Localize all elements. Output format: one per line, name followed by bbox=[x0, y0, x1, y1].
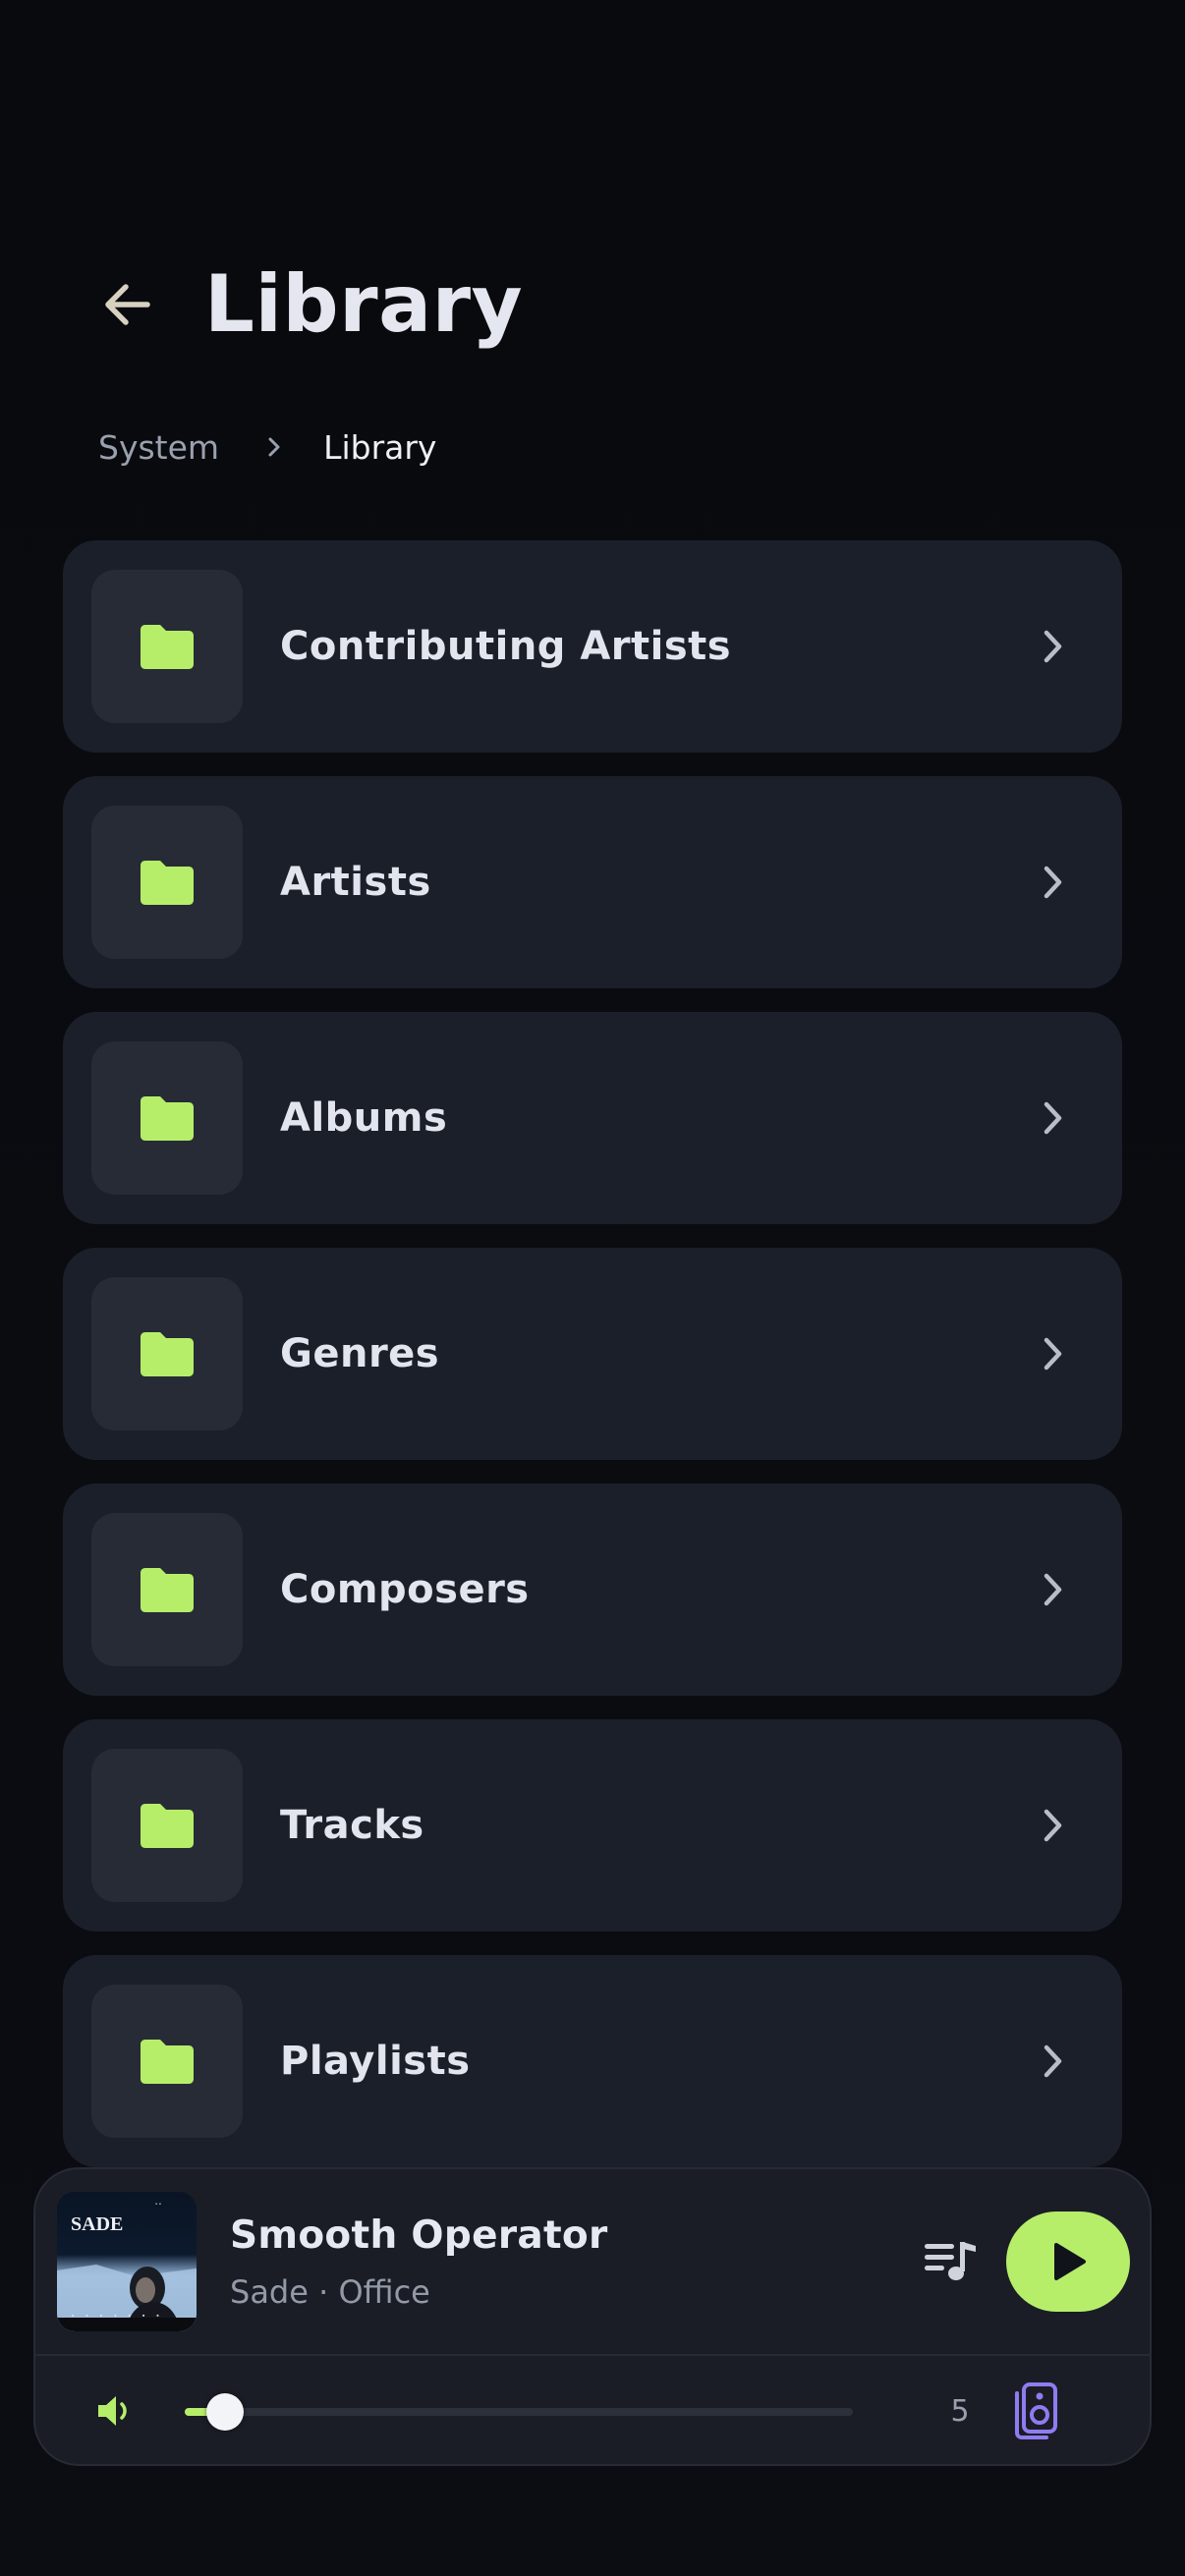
player-top-row: ▪ ▪ ▪ ▪ ▪ ▪ ▪ ▪ ▪ SADE Smooth Operator S… bbox=[35, 2169, 1150, 2354]
player-bottom-row: 5 bbox=[35, 2356, 1150, 2464]
chevron-right-icon bbox=[1044, 866, 1062, 899]
folder-label: Albums bbox=[280, 1095, 448, 1141]
chevron-container bbox=[1034, 1570, 1073, 1609]
header: Library bbox=[98, 251, 523, 359]
folder-icon bbox=[141, 2040, 194, 2084]
folder-icon bbox=[141, 1332, 194, 1376]
chevron-container bbox=[1034, 2042, 1073, 2081]
volume-button[interactable] bbox=[92, 2389, 136, 2433]
folder-list: Contributing Artists Artists Albums Genres C… bbox=[63, 540, 1122, 2191]
chevron-right-icon bbox=[268, 437, 280, 457]
chevron-right-icon bbox=[1044, 2044, 1062, 2078]
app-screen: Library System Library Contributing Arti… bbox=[0, 0, 1185, 2576]
page-title: Library bbox=[204, 258, 524, 350]
chevron-container bbox=[1034, 1334, 1073, 1373]
chevron-container bbox=[1034, 1098, 1073, 1138]
chevron-right-icon bbox=[1044, 630, 1062, 663]
back-button[interactable] bbox=[98, 270, 167, 339]
folder-icon-box bbox=[91, 1513, 243, 1666]
volume-slider-thumb[interactable] bbox=[206, 2393, 244, 2431]
folder-icon bbox=[141, 861, 194, 905]
folder-label: Composers bbox=[280, 1567, 530, 1612]
folder-icon-box bbox=[91, 806, 243, 959]
track-subtitle: Sade · Office bbox=[230, 2272, 430, 2311]
chevron-right-icon bbox=[1044, 1573, 1062, 1606]
chevron-right-icon bbox=[1044, 1809, 1062, 1842]
chevron-container bbox=[1034, 863, 1073, 902]
folder-icon-box bbox=[91, 1985, 243, 2138]
folder-icon bbox=[141, 625, 194, 669]
folder-item-contributing-artists[interactable]: Contributing Artists bbox=[63, 540, 1122, 753]
svg-text:▪ ▪ ▪ ▪ ▪ ▪ ▪: ▪ ▪ ▪ ▪ ▪ ▪ ▪ bbox=[71, 2313, 163, 2321]
folder-item-genres[interactable]: Genres bbox=[63, 1248, 1122, 1460]
chevron-right-icon bbox=[1044, 1337, 1062, 1371]
breadcrumb-separator bbox=[266, 436, 282, 458]
folder-item-artists[interactable]: Artists bbox=[63, 776, 1122, 988]
svg-text:▪ ▪: ▪ ▪ bbox=[155, 2202, 161, 2208]
now-playing-bar: ▪ ▪ ▪ ▪ ▪ ▪ ▪ ▪ ▪ SADE Smooth Operator S… bbox=[33, 2167, 1152, 2466]
breadcrumb-item-library: Library bbox=[323, 427, 437, 467]
folder-label: Genres bbox=[280, 1331, 440, 1376]
volume-value: 5 bbox=[950, 2393, 970, 2429]
folder-icon-box bbox=[91, 570, 243, 723]
folder-item-tracks[interactable]: Tracks bbox=[63, 1719, 1122, 1932]
breadcrumb-item-system[interactable]: System bbox=[98, 428, 219, 467]
volume-icon bbox=[98, 2396, 127, 2426]
queue-button[interactable] bbox=[916, 2227, 985, 2296]
chevron-right-icon bbox=[1044, 1101, 1062, 1135]
speaker-icon bbox=[1015, 2382, 1057, 2439]
folder-item-composers[interactable]: Composers bbox=[63, 1484, 1122, 1696]
speaker-button[interactable] bbox=[1008, 2379, 1063, 2443]
breadcrumb: System Library bbox=[98, 422, 436, 472]
volume-slider[interactable] bbox=[185, 2389, 853, 2433]
folder-label: Playlists bbox=[280, 2039, 471, 2084]
track-info[interactable]: Smooth Operator Sade · Office bbox=[230, 2213, 916, 2311]
play-button[interactable] bbox=[1006, 2212, 1130, 2312]
folder-icon-box bbox=[91, 1041, 243, 1195]
folder-icon bbox=[141, 1096, 194, 1141]
folder-icon-box bbox=[91, 1749, 243, 1902]
folder-label: Artists bbox=[280, 860, 431, 905]
folder-item-albums[interactable]: Albums bbox=[63, 1012, 1122, 1224]
folder-icon bbox=[141, 1568, 194, 1612]
play-icon bbox=[1054, 2243, 1086, 2280]
folder-icon-box bbox=[91, 1277, 243, 1430]
folder-icon bbox=[141, 1804, 194, 1848]
folder-label: Tracks bbox=[280, 1803, 424, 1848]
chevron-container bbox=[1034, 1806, 1073, 1845]
chevron-container bbox=[1034, 627, 1073, 666]
folder-item-playlists[interactable]: Playlists bbox=[63, 1955, 1122, 2167]
album-art-text: SADE bbox=[71, 2213, 124, 2235]
folder-label: Contributing Artists bbox=[280, 624, 732, 669]
volume-slider-track bbox=[185, 2408, 853, 2416]
arrow-left-icon bbox=[105, 284, 150, 325]
album-art[interactable]: ▪ ▪ ▪ ▪ ▪ ▪ ▪ ▪ ▪ SADE bbox=[57, 2192, 197, 2331]
queue-music-icon bbox=[925, 2242, 976, 2280]
track-title: Smooth Operator bbox=[230, 2212, 608, 2258]
